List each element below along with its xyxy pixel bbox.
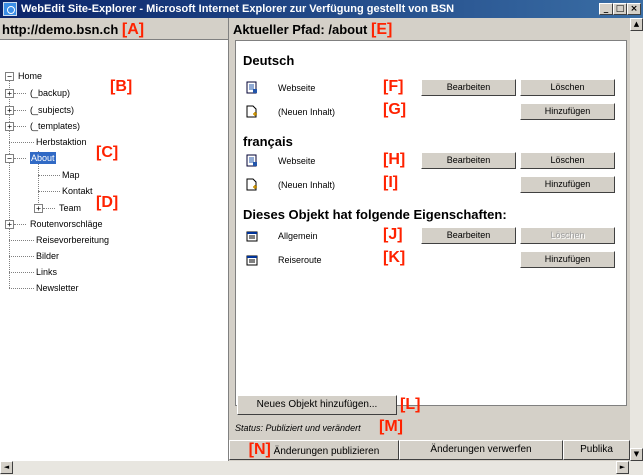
section-title-deutsch: Deutsch bbox=[243, 53, 295, 68]
marker-e: [E] bbox=[370, 21, 393, 38]
tree-item-map[interactable]: Map bbox=[62, 169, 80, 181]
properties-icon bbox=[246, 255, 258, 266]
marker-f: [F] bbox=[383, 78, 404, 95]
tree-expand-team[interactable]: + bbox=[34, 204, 43, 213]
tree-item-bilder[interactable]: Bilder bbox=[36, 250, 59, 262]
publish-changes-button[interactable]: [N] Änderungen publizieren bbox=[229, 440, 399, 460]
horizontal-scrollbar[interactable]: ◄ ► bbox=[0, 461, 643, 475]
marker-m: [M] bbox=[379, 418, 403, 435]
tree-line bbox=[9, 256, 34, 257]
page-icon bbox=[246, 81, 257, 94]
marker-g: [G] bbox=[383, 101, 407, 118]
row-label-new-content-fr: (Neuen Inhalt) bbox=[278, 180, 336, 190]
scroll-up-arrow-icon[interactable]: ▲ bbox=[630, 18, 643, 31]
site-url: http://demo.bsn.ch bbox=[2, 22, 119, 37]
row-label-new-content-de: (Neuen Inhalt) bbox=[278, 107, 336, 117]
row-label-allgemein: Allgemein bbox=[278, 231, 318, 241]
current-path-header: Aktueller Pfad: /about [E] bbox=[229, 18, 643, 40]
tree-collapse-home[interactable]: − bbox=[5, 72, 14, 81]
edit-button-allgemein[interactable]: Bearbeiten bbox=[421, 227, 516, 244]
tree-expand-routenvorschlaege[interactable]: + bbox=[5, 220, 14, 229]
tree-item-home[interactable]: Home bbox=[18, 70, 42, 82]
publish-button-clipped[interactable]: Publika bbox=[563, 440, 630, 460]
marker-d: [D] bbox=[96, 194, 119, 211]
scroll-right-arrow-icon[interactable]: ► bbox=[616, 461, 629, 474]
tree-item-subjects[interactable]: (_subjects) bbox=[30, 104, 74, 116]
content-panel: Deutsch Webseite [F] Bearbeiten Löschen … bbox=[235, 40, 627, 406]
tree-line bbox=[14, 126, 26, 127]
row-label-webseite-de: Webseite bbox=[278, 83, 316, 93]
page-icon bbox=[246, 154, 257, 167]
window-title: WebEdit Site-Explorer - Microsoft Intern… bbox=[21, 3, 455, 15]
add-button-new-content-de[interactable]: Hinzufügen bbox=[520, 103, 615, 120]
tree-collapse-about[interactable]: − bbox=[5, 154, 14, 163]
tree-line bbox=[9, 240, 34, 241]
tree-line bbox=[14, 224, 26, 225]
row-label-reiseroute: Reiseroute bbox=[278, 255, 322, 265]
tree-line bbox=[38, 175, 60, 176]
marker-h: [H] bbox=[383, 151, 406, 168]
tree-item-reisevorbereitung[interactable]: Reisevorbereitung bbox=[36, 234, 109, 246]
properties-icon bbox=[246, 231, 258, 242]
tree-item-kontakt[interactable]: Kontakt bbox=[62, 185, 93, 197]
tree-item-about[interactable]: About bbox=[30, 152, 56, 164]
delete-button-allgemein[interactable]: Löschen bbox=[520, 227, 615, 244]
publish-changes-label: Änderungen publizieren bbox=[273, 446, 380, 457]
tree-expand-backup[interactable]: + bbox=[5, 89, 14, 98]
status-text: Status: Publiziert und verändert bbox=[235, 423, 361, 433]
marker-b: [B] bbox=[110, 78, 133, 95]
tree-line bbox=[9, 142, 34, 143]
tree-item-backup[interactable]: (_backup) bbox=[30, 87, 70, 99]
tree-item-herbstaktion[interactable]: Herbstaktion bbox=[36, 136, 87, 148]
maximize-button[interactable]: □ bbox=[613, 3, 627, 15]
edit-button-webseite-de[interactable]: Bearbeiten bbox=[421, 79, 516, 96]
marker-k: [K] bbox=[383, 249, 406, 266]
marker-n: [N] bbox=[248, 441, 271, 458]
scroll-left-arrow-icon[interactable]: ◄ bbox=[0, 461, 13, 474]
tree-expand-templates[interactable]: + bbox=[5, 122, 14, 131]
tree-item-links[interactable]: Links bbox=[36, 266, 57, 278]
row-label-webseite-fr: Webseite bbox=[278, 156, 316, 166]
new-page-icon bbox=[246, 105, 257, 118]
edit-button-webseite-fr[interactable]: Bearbeiten bbox=[421, 152, 516, 169]
tree-line bbox=[14, 93, 26, 94]
discard-changes-button[interactable]: Änderungen verwerfen bbox=[399, 440, 563, 460]
tree-item-templates[interactable]: (_templates) bbox=[30, 120, 80, 132]
marker-c: [C] bbox=[96, 144, 119, 161]
minimize-button[interactable]: _ bbox=[599, 3, 613, 15]
add-button-reiseroute[interactable]: Hinzufügen bbox=[520, 251, 615, 268]
add-object-button[interactable]: Neues Objekt hinzufügen... bbox=[237, 395, 397, 415]
section-title-properties: Dieses Objekt hat folgende Eigenschaften… bbox=[243, 207, 507, 222]
new-page-icon bbox=[246, 178, 257, 191]
scroll-down-arrow-icon[interactable]: ▼ bbox=[630, 448, 643, 461]
vertical-scrollbar[interactable]: ▲ ▼ bbox=[630, 18, 643, 461]
tree-item-newsletter[interactable]: Newsletter bbox=[36, 282, 79, 294]
window-title-bar[interactable]: WebEdit Site-Explorer - Microsoft Intern… bbox=[0, 0, 643, 18]
tree-line bbox=[9, 288, 34, 289]
delete-button-webseite-de[interactable]: Löschen bbox=[520, 79, 615, 96]
delete-button-webseite-fr[interactable]: Löschen bbox=[520, 152, 615, 169]
tree-line bbox=[14, 110, 26, 111]
marker-l: [L] bbox=[400, 396, 421, 413]
detail-pane: Aktueller Pfad: /about [E] Deutsch Webse… bbox=[229, 18, 643, 461]
tree-expand-subjects[interactable]: + bbox=[5, 106, 14, 115]
ie-app-icon bbox=[3, 2, 17, 16]
site-tree-pane: http://demo.bsn.ch [A] − Home + (_backup… bbox=[0, 18, 229, 461]
marker-j: [J] bbox=[383, 226, 403, 243]
tree-line bbox=[14, 158, 26, 159]
marker-i: [I] bbox=[383, 174, 399, 191]
tree-line bbox=[43, 208, 55, 209]
tree-line bbox=[38, 191, 60, 192]
add-button-new-content-fr[interactable]: Hinzufügen bbox=[520, 176, 615, 193]
tree-line bbox=[9, 272, 34, 273]
section-title-francais: français bbox=[243, 134, 293, 149]
tree-item-routenvorschlaege[interactable]: Routenvorschläge bbox=[30, 218, 103, 230]
current-path: Aktueller Pfad: /about bbox=[233, 22, 368, 37]
site-url-header: http://demo.bsn.ch [A] bbox=[0, 18, 228, 40]
tree-item-team[interactable]: Team bbox=[59, 202, 81, 214]
close-button[interactable]: × bbox=[627, 3, 641, 15]
marker-a: [A] bbox=[121, 21, 145, 38]
